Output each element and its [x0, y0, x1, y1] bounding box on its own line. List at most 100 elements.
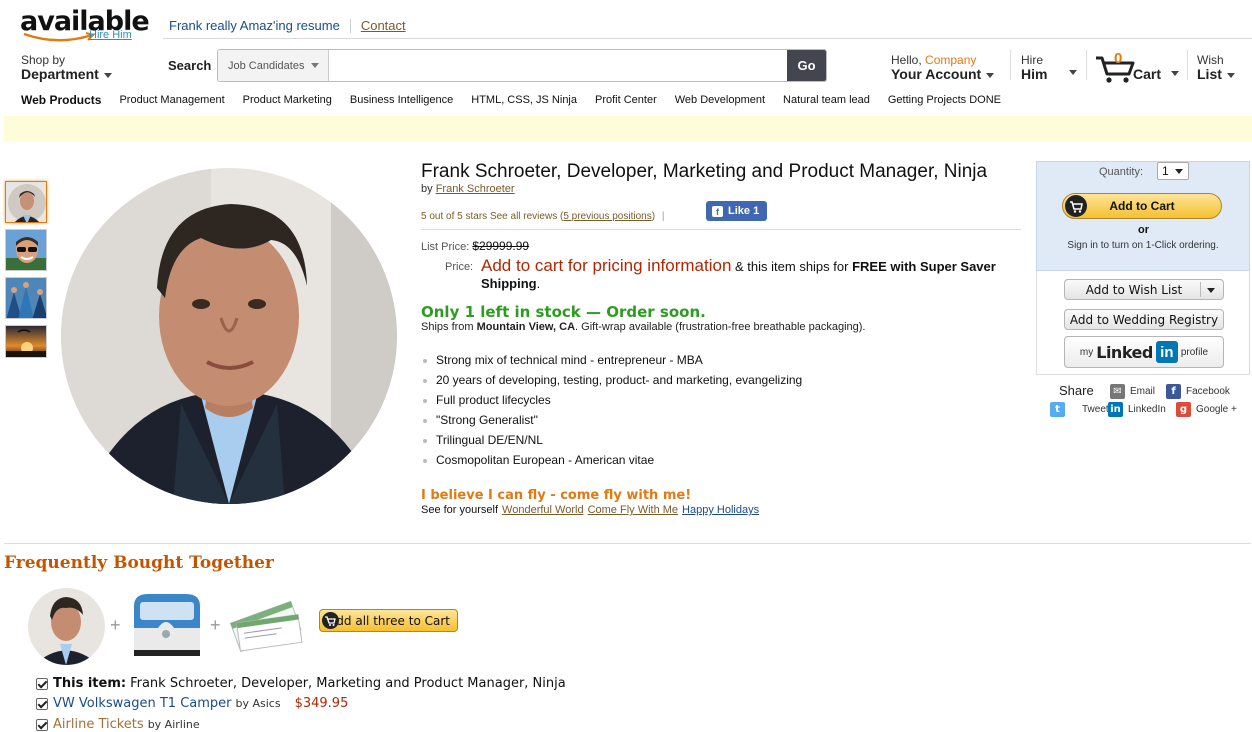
- nav-item[interactable]: Natural team lead: [783, 94, 870, 106]
- linkedin-profile-button[interactable]: my Linked in profile: [1064, 336, 1224, 368]
- hire-him-link[interactable]: Hire Him: [89, 29, 132, 41]
- contact-link[interactable]: Contact: [361, 18, 406, 33]
- fbt-airline-tickets-image[interactable]: [228, 597, 306, 657]
- nav-item[interactable]: Profit Center: [595, 94, 657, 106]
- stock-status: Only 1 left in stock — Order soon.: [421, 303, 706, 321]
- chevron-down-icon: [1175, 169, 1183, 174]
- linkedin-icon: in: [1155, 341, 1178, 363]
- thumbnail-paraglider[interactable]: [5, 325, 47, 358]
- add-all-three-to-cart-button[interactable]: Add all three to Cart: [319, 609, 458, 632]
- fbt-camper-image[interactable]: [128, 588, 205, 664]
- thumbnail-group[interactable]: [5, 277, 47, 319]
- divider: [4, 543, 1251, 544]
- quantity-select[interactable]: 1: [1157, 162, 1189, 180]
- thumbnail-portrait[interactable]: [5, 181, 47, 223]
- star-rating[interactable]: 5 out of 5 stars: [421, 211, 487, 222]
- price-info: Add to cart for pricing information & th…: [481, 257, 1021, 292]
- see-label: See for yourself: [421, 504, 499, 516]
- resume-link[interactable]: Frank really Amaz'ing resume: [169, 18, 340, 33]
- add-to-wedding-registry-button[interactable]: Add to Wedding Registry: [1064, 309, 1224, 330]
- previous-positions-link[interactable]: 5 previous positions: [563, 211, 651, 222]
- nav-item-web-products[interactable]: Web Products: [21, 93, 101, 107]
- ships-post: . Gift-wrap available (frustration-free …: [575, 321, 866, 333]
- group-photo: [6, 278, 46, 318]
- divider: [1086, 50, 1087, 80]
- ships-location: Mountain View, CA: [476, 321, 576, 333]
- come-fly-link[interactable]: Come Fly With Me: [588, 504, 678, 516]
- fbt-item-link[interactable]: VW Volkswagen T1 Camper: [53, 696, 232, 711]
- share-email[interactable]: ✉ Email: [1110, 384, 1155, 399]
- checkbox[interactable]: [36, 677, 48, 690]
- share-twitter[interactable]: t Tweet: [1050, 402, 1109, 417]
- divider: [421, 229, 1021, 230]
- vw-camper-tent-image: [134, 594, 200, 656]
- shop-by-department-menu[interactable]: Shop by Department: [21, 53, 112, 81]
- author-link[interactable]: Frank Schroeter: [436, 183, 515, 195]
- fbt-item-row: This item: Frank Schroeter, Developer, M…: [36, 676, 566, 691]
- promo-banner: [4, 116, 1252, 142]
- add-to-wish-list-button[interactable]: Add to Wish List: [1064, 279, 1224, 300]
- fbt-item-title: Frank Schroeter, Developer, Marketing an…: [130, 676, 566, 691]
- chevron-down-icon: [986, 72, 995, 78]
- nav-item[interactable]: Getting Projects DONE: [888, 94, 1001, 106]
- wish-list-menu[interactable]: Wish List: [1197, 53, 1235, 81]
- add-to-cart-button[interactable]: Add to Cart: [1062, 193, 1222, 219]
- search-category-value: Job Candidates: [228, 59, 305, 72]
- happy-holidays-link[interactable]: Happy Holidays: [682, 504, 759, 516]
- email-icon: ✉: [1110, 384, 1125, 399]
- airline-tickets-image: [229, 600, 303, 653]
- search-label: Search: [168, 58, 212, 73]
- thumbnail-sunglasses[interactable]: [5, 229, 47, 271]
- nav-item[interactable]: HTML, CSS, JS Ninja: [471, 94, 577, 106]
- share-linkedin[interactable]: in LinkedIn: [1108, 402, 1166, 417]
- search-go-button[interactable]: Go: [787, 50, 826, 81]
- facebook-icon: f: [1166, 384, 1181, 399]
- portrait-thumbnail-image: [6, 182, 46, 222]
- hire-him-menu[interactable]: Hire Him: [1021, 53, 1047, 81]
- him-label: Him: [1021, 66, 1048, 82]
- price-label: Price:: [445, 261, 474, 273]
- rating-summary: 5 out of 5 stars See all reviews (5 prev…: [421, 211, 665, 222]
- chevron-down-icon[interactable]: [1207, 288, 1215, 293]
- cart-label[interactable]: Cart: [1133, 66, 1161, 82]
- list-price: List Price: $29999.99: [421, 239, 529, 253]
- add-all-label: Add all three to Cart: [328, 613, 450, 628]
- cart-icon: [322, 612, 339, 629]
- one-click-signin-text[interactable]: Sign in to turn on 1-Click ordering.: [1036, 240, 1250, 251]
- category-nav: Web Products Product Management Product …: [21, 93, 1019, 107]
- fbt-item-price: $349.95: [294, 696, 349, 711]
- facebook-like-button[interactable]: f Like 1: [706, 201, 767, 221]
- checkbox[interactable]: [36, 697, 48, 710]
- product-main-image: [61, 168, 397, 504]
- divider: [1200, 282, 1201, 297]
- nav-item[interactable]: Business Intelligence: [350, 94, 453, 106]
- nav-item[interactable]: Web Development: [675, 94, 765, 106]
- list-price-value: $29999.99: [472, 239, 530, 253]
- nav-item[interactable]: Product Marketing: [243, 94, 332, 106]
- fbt-portrait-image[interactable]: [28, 588, 105, 665]
- search-category-dropdown[interactable]: Job Candidates: [218, 50, 329, 81]
- list-item: Cosmopolitan European - American vitae: [421, 451, 802, 471]
- chevron-down-icon: [103, 72, 112, 78]
- linkedin-icon: in: [1108, 402, 1123, 417]
- add-to-cart-label: Add to Cart: [1109, 199, 1175, 213]
- account-menu[interactable]: Hello, Company Your Account: [891, 53, 995, 82]
- share-linkedin-label: LinkedIn: [1128, 404, 1166, 415]
- share-facebook[interactable]: f Facebook: [1166, 384, 1230, 399]
- list-item: Trilingual DE/EN/NL: [421, 431, 802, 451]
- wonderful-world-link[interactable]: Wonderful World: [502, 504, 584, 516]
- product-title: Frank Schroeter, Developer, Marketing an…: [421, 161, 988, 182]
- checkbox[interactable]: [36, 718, 48, 731]
- nav-item[interactable]: Product Management: [119, 94, 224, 106]
- top-links: Frank really Amaz'ing resume Contact: [169, 18, 406, 33]
- search-input[interactable]: [329, 50, 787, 81]
- share-google-plus[interactable]: g Google +: [1176, 402, 1237, 417]
- chevron-down-icon: [1171, 71, 1179, 76]
- divider: |: [661, 211, 665, 222]
- your-account-label: Your Account: [891, 66, 982, 82]
- linkedin-profile-word: profile: [1180, 346, 1209, 358]
- wish-list-label: Add to Wish List: [1085, 282, 1183, 297]
- by-label: by: [421, 183, 433, 195]
- see-all-reviews-link[interactable]: See all reviews: [490, 211, 557, 222]
- hello-label: Hello,: [891, 53, 922, 67]
